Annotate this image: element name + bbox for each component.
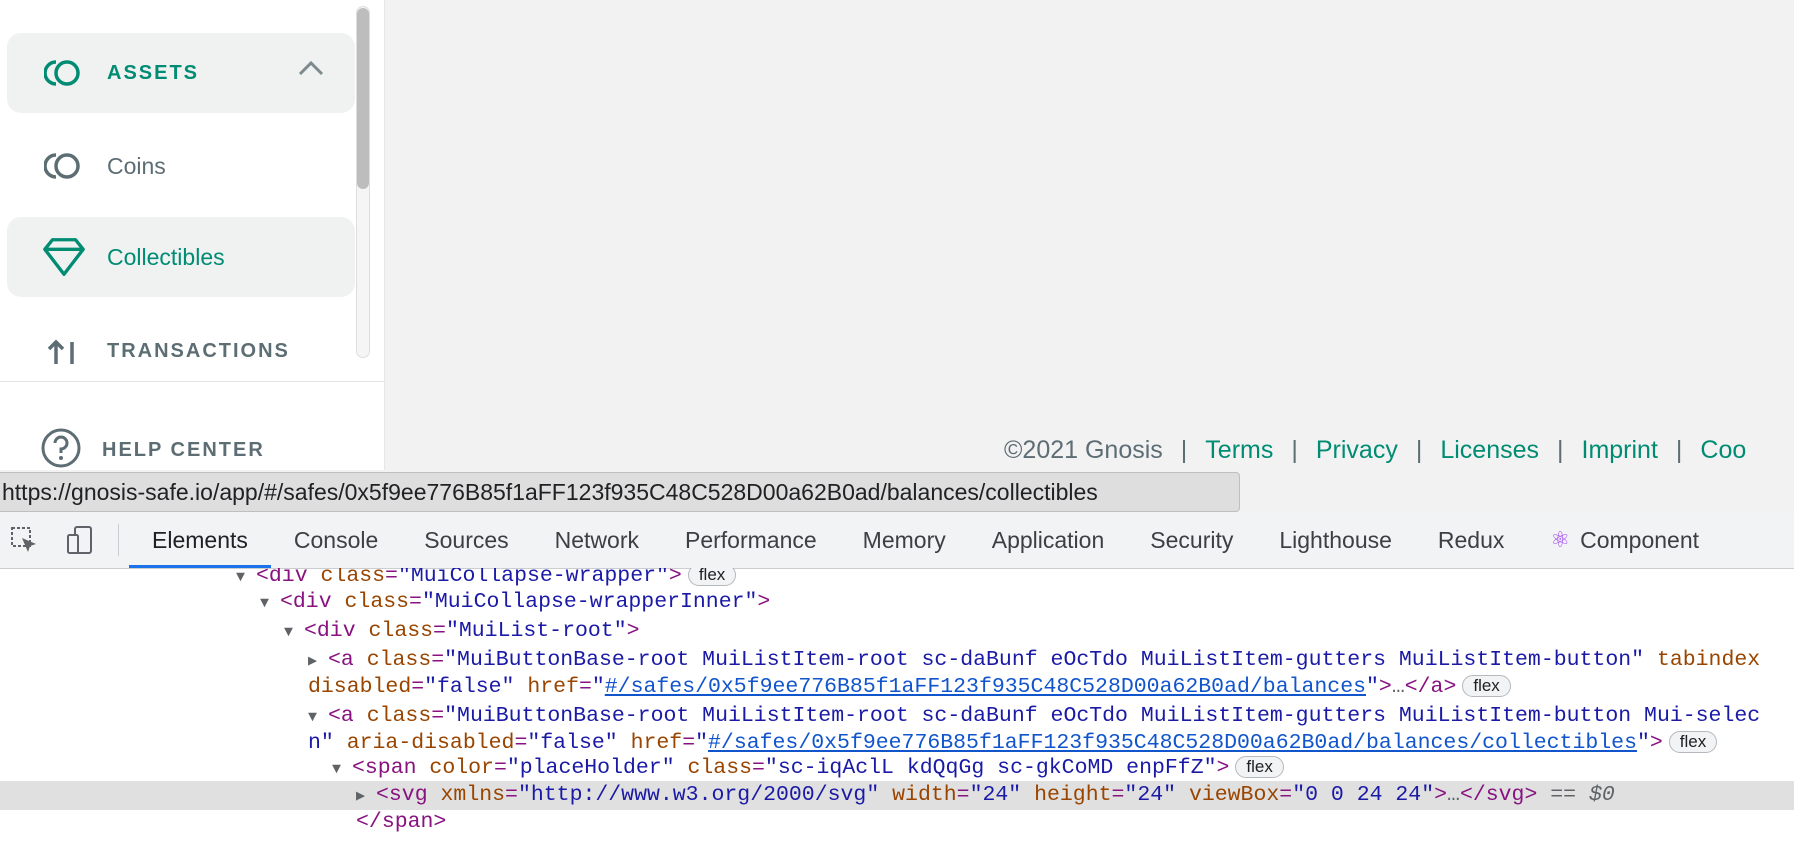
flex-badge[interactable]: flex: [1668, 731, 1718, 754]
chevron-up-icon[interactable]: [297, 59, 325, 82]
expand-triangle-icon[interactable]: ▶: [356, 782, 376, 811]
selected-node-marker: == $0: [1550, 783, 1615, 807]
tab-components[interactable]: ⚛ Component: [1527, 512, 1722, 568]
collapse-triangle-icon[interactable]: ▼: [260, 589, 280, 618]
footer-separator: |: [1415, 435, 1423, 464]
inspect-element-icon[interactable]: [4, 520, 44, 560]
coins-icon: [41, 143, 87, 189]
app-window: ASSETS Coins Collectibles TRANSACTIONS H…: [0, 0, 1794, 470]
cookies-link[interactable]: Coo: [1700, 436, 1746, 465]
imprint-link[interactable]: Imprint: [1582, 436, 1658, 465]
dom-node[interactable]: ▶ <a class="MuiButtonBase-root MuiListIte…: [0, 646, 1794, 675]
sidebar-item-assets[interactable]: ASSETS: [7, 33, 355, 113]
sidebar-item-collectibles[interactable]: Collectibles: [7, 217, 355, 297]
device-toolbar-icon[interactable]: [60, 520, 100, 560]
tab-console[interactable]: Console: [271, 512, 401, 568]
sidebar-item-coins[interactable]: Coins: [7, 126, 355, 206]
sidebar-item-label: Coins: [107, 152, 166, 179]
footer-separator: |: [1557, 435, 1564, 464]
tab-application[interactable]: Application: [969, 512, 1128, 568]
tab-sources[interactable]: Sources: [401, 512, 531, 568]
dom-tree[interactable]: ▼ <div class="MuiCollapse-wrapper"> flex ▼…: [0, 568, 1794, 850]
tab-redux[interactable]: Redux: [1415, 512, 1527, 568]
href-link[interactable]: #/safes/0x5f9ee776B85f1aFF123f935C48C528…: [708, 731, 1637, 755]
sidebar-item-label: Collectibles: [107, 243, 225, 270]
coins-icon: [41, 50, 87, 96]
devtools-panel: Elements Console Sources Network Perform…: [0, 512, 1794, 850]
link-url-tooltip: https://gnosis-safe.io/app/#/safes/0x5f9…: [0, 472, 1240, 512]
footer: ©2021 Gnosis | Terms | Privacy | License…: [1004, 435, 1746, 465]
help-center-label: HELP CENTER: [102, 438, 265, 461]
terms-link[interactable]: Terms: [1205, 436, 1273, 465]
dom-node-selected[interactable]: ▶ <svg xmlns="http://www.w3.org/2000/svg"…: [0, 781, 1794, 810]
dom-node[interactable]: ▼ <div class="MuiList-root">: [0, 617, 1794, 646]
dom-node[interactable]: ▼ <div class="MuiCollapse-wrapperInner">: [0, 588, 1794, 617]
dom-node[interactable]: ▼ <a class="MuiButtonBase-root MuiListIte…: [0, 702, 1794, 731]
help-icon: [40, 427, 82, 474]
arrows-icon: [41, 330, 87, 364]
collapse-triangle-icon[interactable]: ▼: [308, 703, 328, 732]
dom-node[interactable]: ▼ <span color="placeHolder" class="sc-iqA…: [0, 754, 1794, 783]
flex-badge[interactable]: flex: [1235, 756, 1284, 779]
dom-node-close[interactable]: </span>: [0, 808, 1794, 837]
privacy-link[interactable]: Privacy: [1316, 436, 1398, 465]
footer-separator: |: [1291, 435, 1298, 464]
footer-separator: |: [1675, 435, 1683, 464]
sidebar-item-transactions[interactable]: TRANSACTIONS: [7, 330, 355, 364]
href-link[interactable]: #/safes/0x5f9ee776B85f1aFF123f935C48C528…: [605, 675, 1366, 699]
tab-label: Component: [1580, 526, 1700, 553]
divider: [0, 381, 384, 382]
react-icon: ⚛: [1550, 527, 1571, 552]
diamond-icon: [41, 234, 87, 280]
collapse-triangle-icon[interactable]: ▼: [332, 755, 352, 784]
tab-memory[interactable]: Memory: [840, 512, 969, 568]
devtools-toolbar: Elements Console Sources Network Perform…: [0, 512, 1794, 569]
tab-lighthouse[interactable]: Lighthouse: [1256, 512, 1415, 568]
sidebar-item-label: TRANSACTIONS: [107, 340, 290, 362]
toolbar-divider: [118, 524, 119, 556]
expand-triangle-icon[interactable]: ▶: [308, 647, 328, 676]
copyright-text: ©2021 Gnosis: [1004, 435, 1163, 464]
sidebar-item-label: ASSETS: [107, 61, 200, 84]
flex-badge[interactable]: flex: [687, 568, 737, 587]
help-center-link[interactable]: HELP CENTER: [40, 427, 265, 473]
sidebar-scrollbar-thumb[interactable]: [357, 8, 369, 189]
sidebar: ASSETS Coins Collectibles TRANSACTIONS H…: [0, 0, 385, 470]
collapse-triangle-icon[interactable]: ▼: [284, 618, 304, 647]
flex-badge[interactable]: flex: [1462, 675, 1511, 698]
footer-separator: |: [1180, 435, 1188, 464]
tab-network[interactable]: Network: [532, 512, 662, 568]
tab-security[interactable]: Security: [1127, 512, 1256, 568]
licenses-link[interactable]: Licenses: [1440, 436, 1539, 465]
tab-performance[interactable]: Performance: [662, 512, 840, 568]
tab-elements[interactable]: Elements: [129, 512, 271, 568]
dom-node-continuation[interactable]: disabled="false" href="#/safes/0x5f9ee77…: [0, 673, 1794, 702]
